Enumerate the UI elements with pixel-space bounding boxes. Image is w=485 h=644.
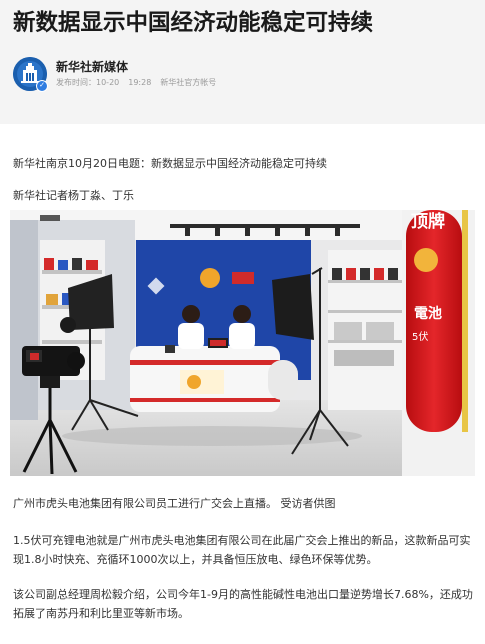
article-photo: 顶牌 電池 5伏	[10, 210, 475, 476]
account-type-label: 新华社官方帐号	[160, 78, 217, 87]
photo-caption: 广州市虎头电池集团有限公司员工进行广交会上直播。 受访者供图	[13, 497, 336, 510]
article-paragraph-2: 该公司副总经理周松毅介绍，公司今年1-9月的高性能碱性电池出口量逆势增长7.68…	[13, 588, 473, 620]
article-title: 新数据显示中国经济动能稳定可持续	[13, 10, 374, 36]
publish-time-value: 19:28	[128, 78, 152, 87]
publish-meta: 发布时间：10-20 19:28 新华社官方帐号	[56, 77, 225, 88]
article-header: 新数据显示中国经济动能稳定可持续 ✓ 新华社新媒体 发布时间：10-20 19:2…	[0, 0, 485, 124]
battery-voltage-text: 5伏	[412, 330, 428, 343]
publish-time-label: 发布时间：10-20	[56, 78, 120, 87]
article-dateline: 新华社南京10月20日电题：新数据显示中国经济动能稳定可持续	[13, 157, 327, 170]
battery-banner-text: 顶牌	[411, 211, 445, 232]
verified-badge-icon: ✓	[36, 80, 48, 92]
article-reporters: 新华社记者杨丁淼、丁乐	[13, 189, 134, 202]
battery-label-text: 電池	[414, 305, 442, 322]
author-name[interactable]: 新华社新媒体	[56, 58, 128, 75]
livestream-studio-illustration: 顶牌 電池 5伏	[10, 210, 475, 476]
article-paragraph-1: 1.5伏可充锂电池就是广州市虎头电池集团有限公司在此届广交会上推出的新品，这款新…	[13, 534, 471, 566]
